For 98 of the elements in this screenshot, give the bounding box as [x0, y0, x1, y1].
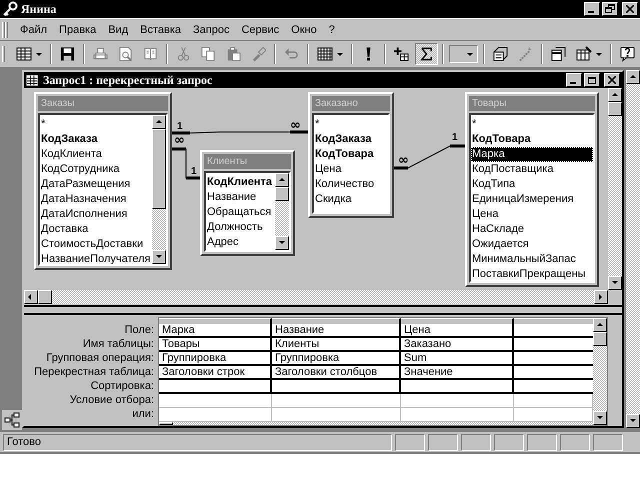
one-label: 1 — [452, 132, 458, 143]
dropdown-field[interactable] — [448, 45, 478, 63]
row-label: Имя таблицы: — [82, 337, 154, 351]
scrollbar[interactable] — [275, 173, 289, 250]
grid-cell[interactable]: Группировка — [272, 352, 401, 364]
field-item[interactable]: ДатаРазмещения — [40, 177, 152, 192]
many-label: ∞ — [174, 133, 185, 148]
table-name: Клиенты — [204, 154, 291, 169]
row-label: Поле: — [124, 323, 154, 337]
field-item[interactable]: Количество — [314, 177, 388, 192]
field-item[interactable]: Обращаться — [206, 205, 275, 220]
field-item[interactable]: ЕдиницаИзмерения — [471, 192, 593, 207]
field-item[interactable]: Название — [206, 190, 275, 205]
menu-item[interactable]: Правка — [53, 24, 102, 36]
grid-cell[interactable]: Цена — [401, 324, 514, 336]
menu-item[interactable]: Вставка — [134, 24, 188, 36]
field-item[interactable]: КодТовара — [471, 132, 593, 147]
field-item[interactable]: НаСкладе — [471, 222, 593, 237]
field-list-window[interactable]: Заказано * КодЗаказа КодТовара Цена Количество Скидка — [308, 92, 394, 218]
many-label: ∞ — [290, 118, 301, 133]
field-item[interactable]: * — [471, 117, 593, 132]
field-item[interactable]: КодКлиента — [40, 147, 152, 162]
window-title: Запрос1 : перекрестный запрос — [43, 72, 214, 88]
close-icon — [608, 76, 616, 84]
menu-item[interactable]: Окно — [285, 24, 323, 36]
scrollbar[interactable] — [24, 290, 608, 304]
field-item[interactable]: КодСотрудника — [40, 162, 152, 177]
many-label: ∞ — [398, 153, 409, 168]
field-item[interactable]: Доставка — [40, 222, 152, 237]
field-item[interactable]: Должность — [206, 220, 275, 235]
grid-cell[interactable]: Группировка — [159, 352, 272, 364]
field-list-window[interactable]: Товары * КодТовара Марка КодПоставщика КодТипа ЕдиницаИзмерения Цена НаСкладе Ожидается МинимальныйЗапас ПоставкиПрекращены — [465, 92, 599, 287]
field-list-window[interactable]: Клиенты КодКлиента Название Обращаться Должность Адрес — [200, 150, 295, 256]
field-item[interactable]: СтоимостьДоставки — [40, 237, 152, 252]
grid-cell[interactable]: Товары — [159, 338, 272, 350]
field-item[interactable]: Адрес — [206, 235, 275, 250]
restore-button[interactable] — [602, 2, 618, 16]
row-label: или: — [131, 407, 154, 421]
field-item[interactable]: * — [40, 117, 152, 132]
field-item[interactable]: КодЗаказа — [40, 132, 152, 147]
menu-item[interactable]: Сервис — [235, 24, 286, 36]
row-label: Условие отбора: — [68, 393, 154, 407]
grid-cell[interactable]: Заголовки столбцов — [272, 366, 401, 378]
scrollbar[interactable] — [593, 318, 607, 425]
menu-item[interactable]: Запрос — [187, 24, 236, 36]
table-name: Заказы — [38, 96, 168, 111]
field-item[interactable]: НазваниеПолучателя — [40, 252, 152, 264]
menu-bar-grip[interactable] — [2, 22, 8, 38]
maximize-button[interactable] — [584, 73, 600, 87]
app-title: Янина — [21, 2, 58, 16]
field-item[interactable]: КодКлиента — [206, 175, 275, 190]
field-item[interactable]: Цена — [471, 207, 593, 222]
menu-item[interactable]: Файл — [14, 24, 54, 36]
grid-cell[interactable]: Значение — [401, 366, 514, 378]
grid-cell[interactable]: Название — [272, 324, 401, 336]
grid-cell[interactable]: Марка — [159, 324, 272, 336]
table-name: Товары — [469, 96, 595, 111]
grid-cell[interactable]: Заказано — [401, 338, 514, 350]
row-label: Групповая операция: — [45, 351, 154, 365]
pane-splitter[interactable] — [24, 305, 622, 315]
status-text: Готово — [3, 434, 392, 450]
scrollbar[interactable] — [152, 115, 166, 264]
minimize-button[interactable] — [584, 2, 600, 16]
close-button[interactable] — [604, 73, 620, 87]
field-item[interactable]: ПоставкиПрекращены — [471, 267, 593, 281]
menu-item[interactable]: ? — [322, 24, 341, 36]
relationships-icon[interactable] — [2, 410, 22, 430]
field-item[interactable]: ДатаИсполнения — [40, 207, 152, 222]
field-item[interactable]: КодТовара — [314, 147, 388, 162]
field-item[interactable]: МинимальныйЗапас — [471, 252, 593, 267]
field-item[interactable]: ДатаНазначения — [40, 192, 152, 207]
one-label: 1 — [177, 121, 183, 132]
scrollbar[interactable] — [608, 88, 622, 290]
sigma-icon[interactable] — [414, 43, 438, 65]
field-item[interactable]: Марка — [471, 147, 593, 162]
table-name: Заказано — [312, 96, 390, 111]
field-list-window[interactable]: Заказы * КодЗаказа КодКлиента КодСотрудника ДатаРазмещения ДатаНазначения ДатаИсполнения Доставка СтоимостьДоставки НазваниеПолучателя — [34, 92, 172, 270]
grid-cell[interactable]: Клиенты — [272, 338, 401, 350]
scrollbar[interactable] — [626, 70, 640, 428]
minimize-button[interactable] — [566, 73, 582, 87]
grid-cell[interactable]: Заголовки строк — [159, 366, 272, 378]
field-item[interactable]: Скидка — [314, 192, 388, 207]
field-item[interactable]: * — [314, 117, 388, 132]
one-label: 1 — [191, 166, 197, 177]
key-icon — [2, 1, 18, 17]
toolbar-grip[interactable] — [2, 46, 5, 62]
field-item[interactable]: Цена — [314, 162, 388, 177]
field-item[interactable]: КодТипа — [471, 177, 593, 192]
field-item[interactable]: КодЗаказа — [314, 132, 388, 147]
menu-item[interactable]: Вид — [102, 24, 134, 36]
close-icon — [626, 5, 634, 13]
row-label: Перекрестная таблица: — [33, 365, 154, 379]
grid-cell[interactable]: Sum — [401, 352, 514, 364]
field-item[interactable]: Ожидается — [471, 237, 593, 252]
row-label: Сортировка: — [90, 379, 154, 393]
close-button[interactable] — [622, 2, 638, 16]
relationship-line — [170, 148, 202, 180]
field-item[interactable]: КодПоставщика — [471, 162, 593, 177]
